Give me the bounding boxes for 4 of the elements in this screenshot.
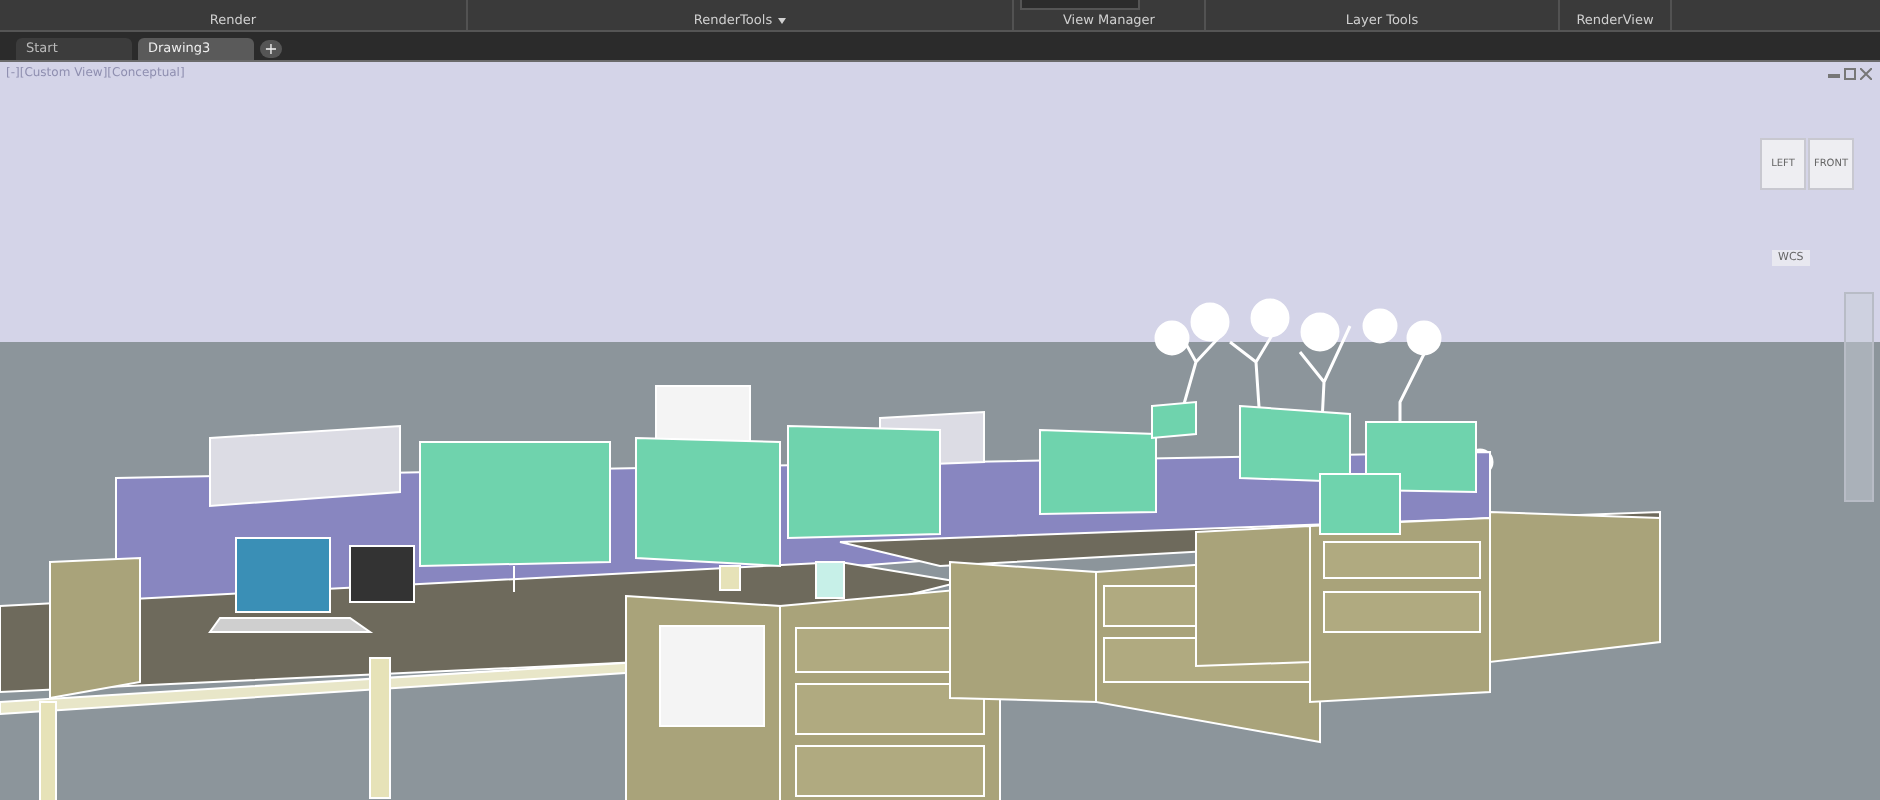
minimize-icon[interactable] <box>1828 68 1840 80</box>
close-icon[interactable] <box>1860 68 1872 80</box>
new-tab-button[interactable]: + <box>260 40 282 58</box>
restore-icon[interactable] <box>1844 68 1856 80</box>
